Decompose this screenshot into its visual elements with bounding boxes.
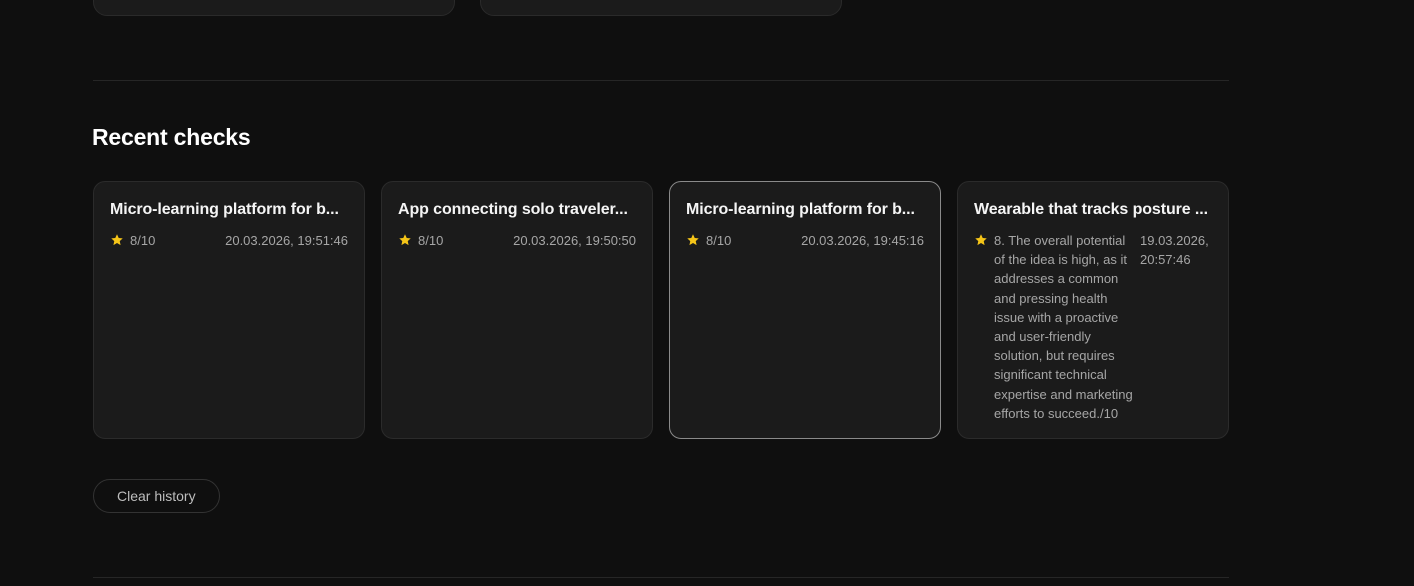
check-score: 8/10 <box>398 231 443 250</box>
page: Recent checks Micro-learning platform fo… <box>0 0 1414 586</box>
star-icon <box>974 233 988 247</box>
section-title: Recent checks <box>92 124 251 150</box>
check-date: 20.03.2026, 19:45:16 <box>801 233 924 248</box>
check-card-meta: 8/10 20.03.2026, 19:45:16 <box>686 231 924 250</box>
check-score-value: 8. The overall potential of the idea is … <box>994 233 1133 421</box>
check-date: 20.03.2026, 19:50:50 <box>513 233 636 248</box>
check-card-title: Micro-learning platform for b... <box>110 201 339 218</box>
check-card-title: App connecting solo traveler... <box>398 201 628 218</box>
star-icon <box>398 233 412 247</box>
check-score: 8/10 <box>110 231 155 250</box>
clear-history-button[interactable]: Clear history <box>93 479 220 513</box>
check-card-meta: 8/10 20.03.2026, 19:51:46 <box>110 231 348 250</box>
check-score-value: 8/10 <box>418 233 444 248</box>
check-date: 20.03.2026, 19:51:46 <box>225 233 348 248</box>
section-divider <box>93 80 1229 81</box>
star-icon <box>686 233 700 247</box>
star-icon <box>110 233 124 247</box>
previous-section-card <box>93 0 455 16</box>
check-score-value: 8/10 <box>130 233 156 248</box>
section-divider <box>93 577 1229 578</box>
check-card-title: Wearable that tracks posture ... <box>974 201 1208 218</box>
check-score-value: 8/10 <box>706 233 732 248</box>
check-card-title: Micro-learning platform for b... <box>686 201 915 218</box>
check-date: 19.03.2026, 20:57:46 <box>1140 233 1209 268</box>
check-card-meta: 8/10 20.03.2026, 19:50:50 <box>398 231 636 250</box>
check-card-meta: 8. The overall potential of the idea is … <box>974 231 1212 423</box>
check-score: 8/10 <box>686 231 731 250</box>
check-card[interactable]: Wearable that tracks posture ... 8. The … <box>957 181 1229 439</box>
previous-section-card <box>480 0 842 16</box>
check-card-selected[interactable]: Micro-learning platform for b... 8/10 20… <box>669 181 941 439</box>
recent-checks-list: Micro-learning platform for b... 8/10 20… <box>93 181 1229 439</box>
check-score: 8. The overall potential of the idea is … <box>974 231 1134 423</box>
check-card[interactable]: App connecting solo traveler... 8/10 20.… <box>381 181 653 439</box>
check-card[interactable]: Micro-learning platform for b... 8/10 20… <box>93 181 365 439</box>
